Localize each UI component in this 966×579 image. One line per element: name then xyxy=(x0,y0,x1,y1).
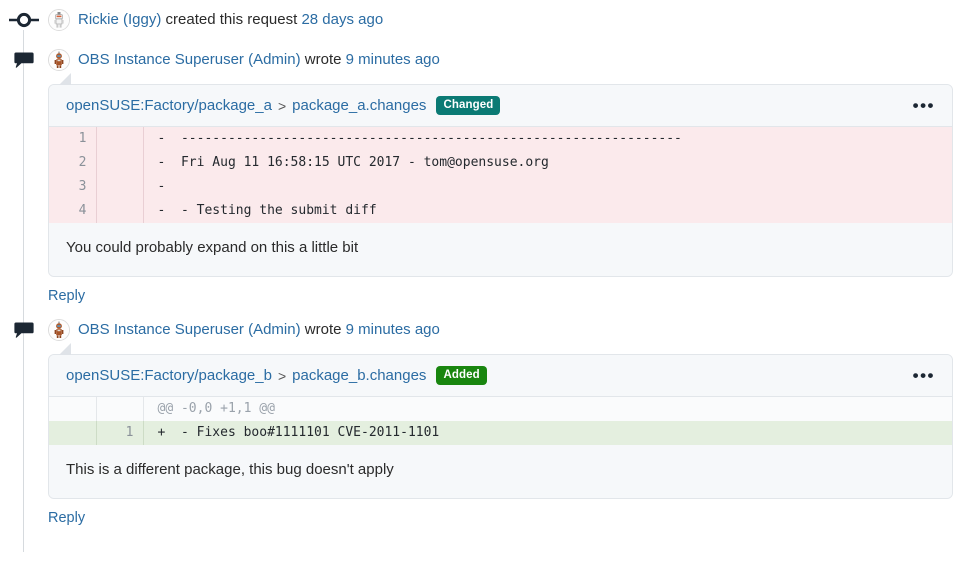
event-header-text: OBS Instance Superuser (Admin) wrote 9 m… xyxy=(78,320,440,340)
diff-new-line-number: 1 xyxy=(96,421,144,445)
action-text: created this request xyxy=(165,11,298,28)
diff-old-line-number xyxy=(49,397,97,421)
diff-new-line-number xyxy=(96,151,144,175)
diff-card-header: openSUSE:Factory/package_b > package_b.c… xyxy=(49,355,952,397)
diff-row: 2 - Fri Aug 11 16:58:15 UTC 2017 - tom@o… xyxy=(49,151,952,175)
status-badge: Changed xyxy=(436,96,501,115)
event-header-text: OBS Instance Superuser (Admin) wrote 9 m… xyxy=(78,50,440,70)
diff-table: @@ -0,0 +1,1 @@ 1 + - Fixes boo#1111101 … xyxy=(49,397,952,445)
diff-body: 1 - ------------------------------------… xyxy=(49,127,952,223)
diff-old-line-number: 4 xyxy=(49,199,97,223)
card-menu-button[interactable]: ••• xyxy=(910,97,938,114)
action-text: wrote xyxy=(304,321,342,338)
event-header: OBS Instance Superuser (Admin) wrote 9 m… xyxy=(0,310,966,350)
path-separator: > xyxy=(277,97,287,114)
card-menu-button[interactable]: ••• xyxy=(910,367,938,384)
user-avatar-obs-superuser[interactable] xyxy=(48,319,70,341)
diff-line-content: - xyxy=(143,175,952,199)
user-avatar-rickie[interactable] xyxy=(48,9,70,31)
card-tail xyxy=(59,73,71,85)
diff-row: 1 + - Fixes boo#1111101 CVE-2011-1101 xyxy=(49,421,952,445)
timeline-event-comment-1: OBS Instance Superuser (Admin) wrote 9 m… xyxy=(0,40,966,310)
diff-card-header: openSUSE:Factory/package_a > package_a.c… xyxy=(49,85,952,127)
status-badge: Added xyxy=(436,366,487,385)
diff-old-line-number: 2 xyxy=(49,151,97,175)
request-timeline: Rickie (Iggy) created this request 28 da… xyxy=(0,0,966,552)
actor-link[interactable]: OBS Instance Superuser (Admin) xyxy=(78,51,301,68)
actor-link[interactable]: Rickie (Iggy) xyxy=(78,11,161,28)
timeline-event-created: Rickie (Iggy) created this request 28 da… xyxy=(0,0,966,40)
actor-link[interactable]: OBS Instance Superuser (Admin) xyxy=(78,321,301,338)
diff-line-content: - - Testing the submit diff xyxy=(143,199,952,223)
diff-body: @@ -0,0 +1,1 @@ 1 + - Fixes boo#1111101 … xyxy=(49,397,952,445)
diff-hunk-row: @@ -0,0 +1,1 @@ xyxy=(49,397,952,421)
comment-text: You could probably expand on this a litt… xyxy=(49,223,952,276)
comment-bubble-icon xyxy=(0,51,48,69)
diff-new-line-number xyxy=(96,127,144,151)
diff-table: 1 - ------------------------------------… xyxy=(49,127,952,223)
comment-bubble-icon xyxy=(0,321,48,339)
diff-new-line-number xyxy=(96,199,144,223)
diff-new-line-number xyxy=(96,397,144,421)
diff-line-content: - --------------------------------------… xyxy=(143,127,952,151)
diff-row: 4 - - Testing the submit diff xyxy=(49,199,952,223)
reply-button[interactable]: Reply xyxy=(48,510,85,526)
reply-row: Reply xyxy=(48,277,966,310)
diff-old-line-number: 3 xyxy=(49,175,97,199)
diff-hunk-header: @@ -0,0 +1,1 @@ xyxy=(143,397,952,421)
action-text: wrote xyxy=(304,51,342,68)
timestamp-link[interactable]: 9 minutes ago xyxy=(346,321,440,338)
file-name-link[interactable]: package_a.changes xyxy=(292,97,426,114)
timestamp-link[interactable]: 9 minutes ago xyxy=(346,51,440,68)
reply-row: Reply xyxy=(48,499,966,532)
diff-row: 3 - xyxy=(49,175,952,199)
comment-text: This is a different package, this bug do… xyxy=(49,445,952,498)
project-path-link[interactable]: openSUSE:Factory/package_a xyxy=(66,97,272,114)
user-avatar-obs-superuser[interactable] xyxy=(48,49,70,71)
diff-line-content: - Fri Aug 11 16:58:15 UTC 2017 - tom@ope… xyxy=(143,151,952,175)
comment-card-wrapper: openSUSE:Factory/package_a > package_a.c… xyxy=(48,73,953,277)
file-name-link[interactable]: package_b.changes xyxy=(292,367,426,384)
event-header: OBS Instance Superuser (Admin) wrote 9 m… xyxy=(0,40,966,80)
timeline-event-comment-2: OBS Instance Superuser (Admin) wrote 9 m… xyxy=(0,310,966,532)
diff-old-line-number: 1 xyxy=(49,127,97,151)
card-tail xyxy=(59,343,71,355)
project-path-link[interactable]: openSUSE:Factory/package_b xyxy=(66,367,272,384)
reply-button[interactable]: Reply xyxy=(48,288,85,304)
diff-row: 1 - ------------------------------------… xyxy=(49,127,952,151)
diff-old-line-number xyxy=(49,421,97,445)
comment-card: openSUSE:Factory/package_a > package_a.c… xyxy=(48,84,953,277)
comment-card: openSUSE:Factory/package_b > package_b.c… xyxy=(48,354,953,499)
event-header: Rickie (Iggy) created this request 28 da… xyxy=(0,0,966,40)
diff-line-content: + - Fixes boo#1111101 CVE-2011-1101 xyxy=(143,421,952,445)
commit-node-icon xyxy=(0,12,48,28)
timestamp-link[interactable]: 28 days ago xyxy=(301,11,383,28)
event-header-text: Rickie (Iggy) created this request 28 da… xyxy=(78,10,383,30)
comment-card-wrapper: openSUSE:Factory/package_b > package_b.c… xyxy=(48,343,953,499)
path-separator: > xyxy=(277,367,287,384)
diff-new-line-number xyxy=(96,175,144,199)
